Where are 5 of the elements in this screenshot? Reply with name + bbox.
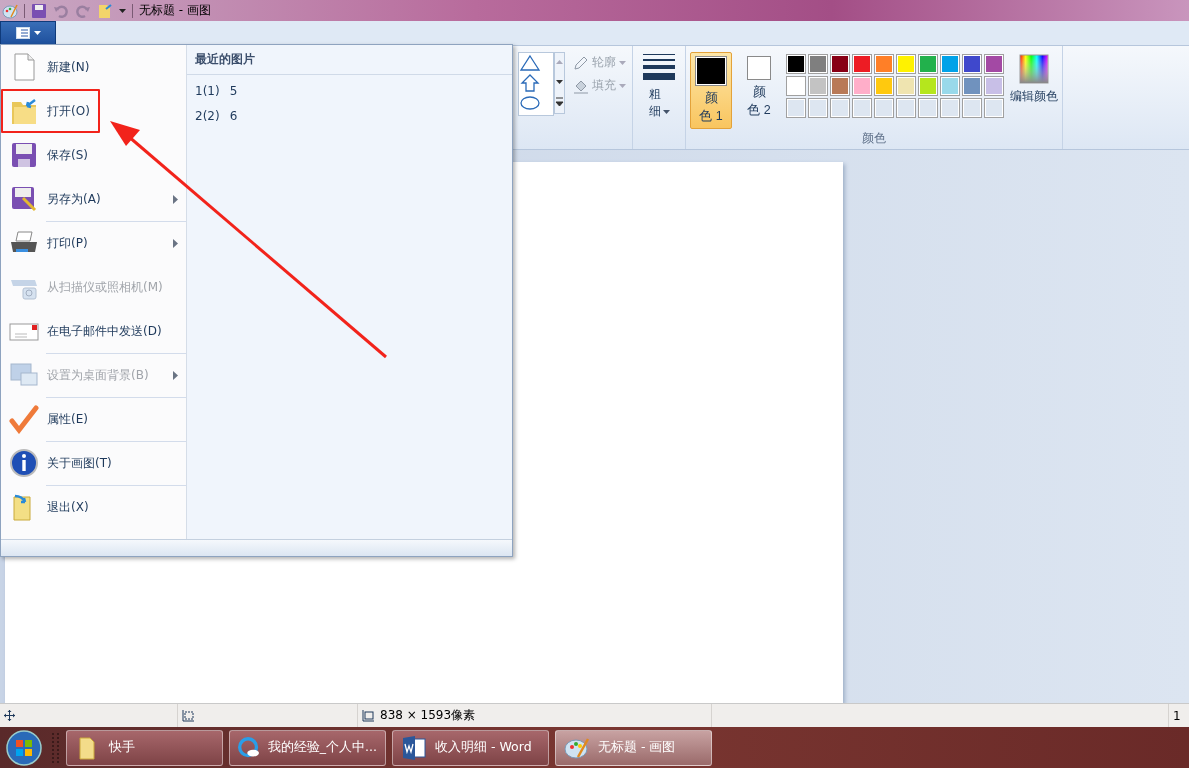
- canvas-size-text: 838 × 1593像素: [380, 707, 476, 724]
- recent-pictures-heading: 最近的图片: [195, 51, 255, 68]
- zoom-text: 1: [1173, 708, 1181, 723]
- window-title: 无标题 - 画图: [139, 2, 211, 19]
- group-label: 颜色: [861, 130, 887, 147]
